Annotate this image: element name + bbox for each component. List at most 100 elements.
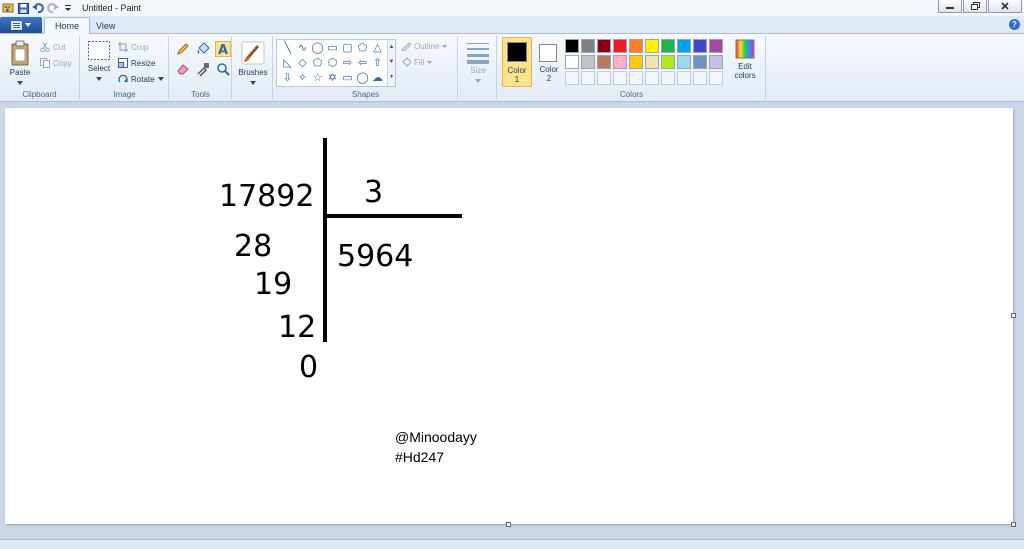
select-button[interactable]: Select [84, 40, 114, 83]
palette-swatch[interactable] [565, 39, 579, 53]
color1-swatch [507, 42, 527, 62]
outline-dropdown[interactable]: Outline [401, 41, 448, 51]
minimize-button[interactable] [938, 0, 962, 13]
minimize-icon [946, 7, 954, 9]
canvas-resize-handle-corner[interactable] [1011, 522, 1016, 527]
left-arrow-shape-icon[interactable]: ⇦ [355, 56, 370, 71]
palette-swatch[interactable] [613, 39, 627, 53]
shapes-gallery[interactable]: ╲ ∿ ◯ ▭ ▢ ⬠ △ ◺ ◇ ⬠ ⬡ ⇨ ⇦ ⇧ ⇩ ✧ ☆ ✡ ▭ ◯ … [276, 39, 396, 87]
redo-icon[interactable] [47, 2, 59, 14]
custom-color-slot[interactable] [661, 71, 675, 85]
copy-button[interactable]: Copy [40, 58, 72, 68]
palette-swatch[interactable] [581, 55, 595, 69]
title-bar: Untitled - Paint [0, 0, 1024, 16]
magnifier-tool[interactable] [215, 61, 231, 77]
pencil-tool[interactable] [175, 41, 191, 57]
triangle-shape-icon[interactable]: △ [370, 41, 385, 56]
up-arrow-shape-icon[interactable]: ⇧ [370, 56, 385, 71]
custom-color-slot[interactable] [597, 71, 611, 85]
polygon-shape-icon[interactable]: ⬠ [355, 41, 370, 56]
line-shape-icon[interactable]: ╲ [280, 41, 295, 56]
down-arrow-shape-icon[interactable]: ⇩ [280, 71, 295, 86]
palette-swatch[interactable] [693, 39, 707, 53]
scissors-icon [40, 42, 50, 52]
palette-swatch[interactable] [661, 39, 675, 53]
palette-swatch[interactable] [645, 39, 659, 53]
rounded-callout-shape-icon[interactable]: ▭ [340, 71, 355, 86]
canvas-resize-handle-bottom[interactable] [506, 522, 511, 527]
palette-swatch[interactable] [597, 55, 611, 69]
custom-color-slot[interactable] [645, 71, 659, 85]
undo-icon[interactable] [32, 2, 44, 14]
six-point-star-shape-icon[interactable]: ✡ [325, 71, 340, 86]
right-triangle-shape-icon[interactable]: ◺ [280, 56, 295, 71]
crop-button[interactable]: Crop [118, 42, 148, 52]
palette-swatch[interactable] [629, 39, 643, 53]
tab-home[interactable]: Home [44, 17, 91, 34]
rounded-rectangle-shape-icon[interactable]: ▢ [340, 41, 355, 56]
custom-color-slot[interactable] [709, 71, 723, 85]
shapes-scroll[interactable]: ▲ ▼ ▾ [387, 40, 395, 86]
palette-swatch[interactable] [565, 55, 579, 69]
hexagon-shape-icon[interactable]: ⬡ [325, 56, 340, 71]
drawing-canvas[interactable]: 17892 3 5964 28 19 12 0 @Minoodayy #Hd24… [5, 108, 1013, 524]
ribbon-tab-row: Home View ? [0, 16, 1024, 34]
maximize-button[interactable] [963, 0, 987, 13]
color2-button[interactable]: Color 2 [535, 37, 563, 87]
palette-swatch[interactable] [581, 39, 595, 53]
canvas-resize-handle-right[interactable] [1011, 313, 1016, 318]
cut-button[interactable]: Cut [40, 42, 65, 52]
diamond-shape-icon[interactable]: ◇ [295, 56, 310, 71]
palette-swatch[interactable] [693, 55, 707, 69]
oval-shape-icon[interactable]: ◯ [310, 41, 325, 56]
palette-swatch[interactable] [629, 55, 643, 69]
rectangle-shape-icon[interactable]: ▭ [325, 41, 340, 56]
palette-swatch[interactable] [613, 55, 627, 69]
save-icon[interactable] [17, 2, 29, 14]
paste-button[interactable]: Paste [6, 40, 34, 87]
four-point-star-shape-icon[interactable]: ✧ [295, 71, 310, 86]
curve-shape-icon[interactable]: ∿ [295, 41, 310, 56]
palette-swatch[interactable] [709, 39, 723, 53]
palette-swatch[interactable] [677, 55, 691, 69]
close-button[interactable] [988, 0, 1022, 13]
brushes-button[interactable]: Brushes [235, 40, 271, 87]
dividend-text: 17892 [219, 179, 315, 214]
division-horizontal-line [325, 214, 462, 218]
palette-swatch[interactable] [661, 55, 675, 69]
cloud-callout-shape-icon[interactable]: ☁ [370, 71, 385, 86]
chevron-down-icon [250, 81, 256, 85]
custom-color-slot[interactable] [581, 71, 595, 85]
paint-app-icon[interactable] [2, 2, 14, 14]
pentagon-shape-icon[interactable]: ⬠ [310, 56, 325, 71]
quotient-text: 5964 [337, 239, 414, 274]
oval-callout-shape-icon[interactable]: ◯ [355, 71, 370, 86]
customize-toolbar-icon[interactable] [62, 2, 74, 14]
color-picker-tool[interactable] [195, 61, 211, 77]
five-point-star-shape-icon[interactable]: ☆ [310, 71, 325, 86]
tab-view[interactable]: View [86, 17, 125, 34]
right-arrow-shape-icon[interactable]: ⇨ [340, 56, 355, 71]
text-tool[interactable]: A [215, 41, 231, 57]
size-button[interactable]: Size [463, 40, 493, 85]
color1-button[interactable]: Color 1 [502, 37, 532, 87]
edit-colors-button[interactable]: Edit colors [730, 38, 760, 80]
palette-swatch[interactable] [645, 55, 659, 69]
palette-swatch[interactable] [597, 39, 611, 53]
rotate-button[interactable]: Rotate [118, 74, 164, 84]
resize-button[interactable]: Resize [118, 58, 155, 68]
custom-color-slot[interactable] [677, 71, 691, 85]
palette-swatch[interactable] [709, 55, 723, 69]
color-palette [565, 39, 723, 85]
help-icon[interactable]: ? [1009, 19, 1020, 30]
custom-color-slot[interactable] [629, 71, 643, 85]
custom-color-slot[interactable] [565, 71, 579, 85]
custom-color-slot[interactable] [693, 71, 707, 85]
palette-swatch[interactable] [677, 39, 691, 53]
eraser-tool[interactable] [175, 61, 191, 77]
eraser-icon [177, 64, 189, 75]
custom-color-slot[interactable] [613, 71, 627, 85]
fill-tool[interactable] [195, 41, 211, 57]
fill-dropdown[interactable]: Fill [401, 57, 433, 67]
paint-menu-button[interactable] [0, 17, 42, 33]
